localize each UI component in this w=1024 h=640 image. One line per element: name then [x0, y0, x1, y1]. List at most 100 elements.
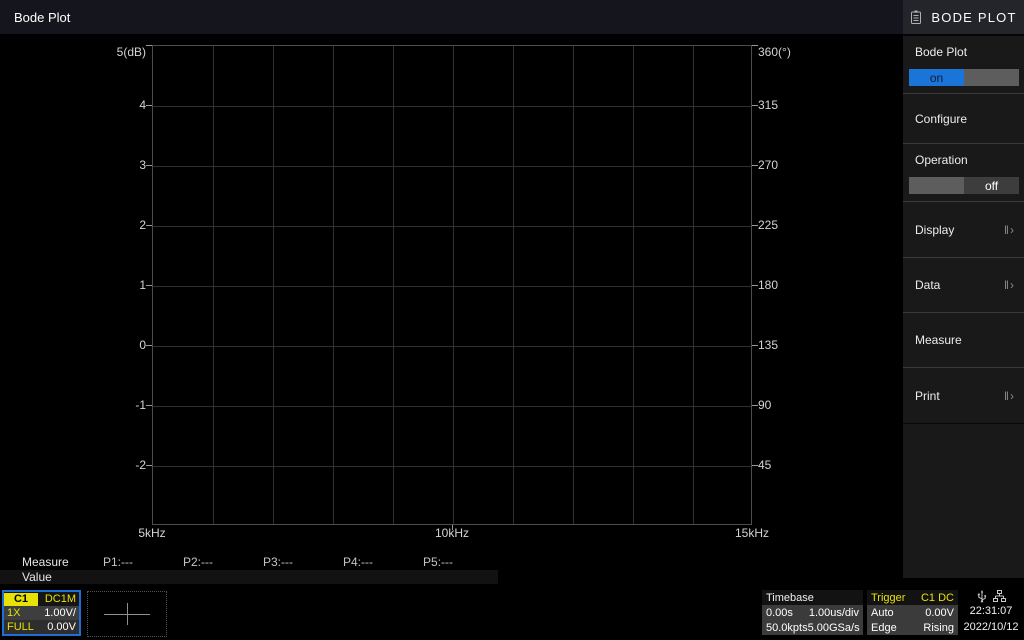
grid-hline [153, 226, 751, 227]
y-left-tick [146, 225, 152, 226]
channel-attenuation: 1X [4, 607, 20, 619]
y-left-label: 1 [0, 278, 146, 292]
grid-hline [153, 166, 751, 167]
y-right-tick [752, 165, 758, 166]
y-left-tick [146, 165, 152, 166]
bode-plot-toggle[interactable]: on [909, 69, 1019, 86]
sidebar-item-operation[interactable]: Operation off [903, 144, 1024, 202]
y-right-label: 360(°) [758, 45, 791, 59]
sidebar-item-display[interactable]: Display ‖› [903, 202, 1024, 258]
trigger-sweep: Auto [871, 607, 894, 619]
sidebar-item-label: Bode Plot [903, 36, 1024, 59]
trigger-descriptor[interactable]: Trigger C1 DC Auto 0.00V Edge Rising [867, 590, 958, 635]
value-row-title: Value [22, 570, 52, 584]
plot-region: Measure P1:--- P2:--- P3:--- P4:--- P5:--- V… [0, 34, 903, 588]
sidebar: BODE PLOT Bode Plot on ConfigureOperation o… [903, 0, 1024, 578]
sidebar-item-data[interactable]: Data ‖› [903, 258, 1024, 313]
timebase-title: Timebase [766, 592, 814, 604]
grid-hline [153, 106, 751, 107]
submenu-arrow-icon: ‖› [1004, 223, 1015, 237]
y-left-label: 5(dB) [0, 45, 146, 59]
sidebar-item-configure[interactable]: Configure [903, 94, 1024, 144]
toggle-on-segment: on [909, 69, 964, 86]
toggle-neutral-segment [964, 69, 1019, 86]
x-axis-label: 5kHz [112, 525, 192, 539]
grid-hline [153, 466, 751, 467]
y-right-label: 315 [758, 98, 778, 112]
plus-icon [127, 603, 128, 625]
channel-badge: C1 [4, 593, 38, 606]
measure-slot-p3[interactable]: P3:--- [263, 555, 293, 569]
sidebar-item-label: Operation [903, 144, 1024, 167]
submenu-arrow-icon: ‖› [1004, 278, 1015, 292]
grid-vline [393, 46, 394, 524]
timebase-descriptor[interactable]: Timebase 0.00s 1.00us/div 50.0kpts 5.00G… [762, 590, 863, 635]
timebase-samplerate: 5.00GSa/s [808, 622, 860, 634]
x-center-tick [452, 525, 453, 530]
grid-vline [213, 46, 214, 524]
y-left-tick [146, 405, 152, 406]
measure-slot-p5[interactable]: P5:--- [423, 555, 453, 569]
y-right-tick [752, 225, 758, 226]
y-right-label: 225 [758, 218, 778, 232]
submenu-arrow-icon: ‖› [1004, 389, 1015, 403]
status-bar: C1 DC1M 1X 1.00V/ FULL 0.00V Timebase 0.… [0, 588, 1024, 640]
y-left-label: 4 [0, 98, 146, 112]
y-left-label: -2 [0, 458, 146, 472]
channel-row-2: 1X 1.00V/ [4, 606, 79, 620]
y-left-label: 3 [0, 158, 146, 172]
grid-vline [633, 46, 634, 524]
timebase-memdepth: 50.0kpts [766, 622, 808, 634]
y-right-tick [752, 285, 758, 286]
grid-vline [693, 46, 694, 524]
channel-scale: 1.00V/ [44, 607, 79, 619]
y-left-tick [146, 105, 152, 106]
sidebar-item-label: Data [903, 278, 940, 292]
channel-coupling: DC1M [45, 593, 79, 605]
measure-slot-p1[interactable]: P1:--- [103, 555, 133, 569]
clock-time: 22:31:07 [960, 603, 1022, 619]
grid-hline [153, 346, 751, 347]
clock-block: 22:31:07 2022/10/12 [960, 589, 1022, 638]
grid-vline [273, 46, 274, 524]
channel-row-3: FULL 0.00V [4, 620, 79, 634]
sidebar-item-bode-plot[interactable]: Bode Plot on [903, 36, 1024, 94]
trigger-row-2: Edge Rising [867, 620, 958, 635]
channel-c1-descriptor[interactable]: C1 DC1M 1X 1.00V/ FULL 0.00V [2, 590, 81, 636]
y-right-label: 270 [758, 158, 778, 172]
grid-vline [513, 46, 514, 524]
y-left-tick [146, 45, 152, 46]
y-right-label: 180 [758, 278, 778, 292]
grid-hline [153, 286, 751, 287]
measure-row-title: Measure [22, 555, 69, 569]
sidebar-item-measure[interactable]: Measure [903, 313, 1024, 368]
timebase-scale: 1.00us/div [809, 607, 859, 619]
y-right-tick [752, 105, 758, 106]
page-title: Bode Plot [14, 10, 70, 25]
timebase-row-2: 50.0kpts 5.00GSa/s [762, 620, 863, 635]
sidebar-item-label: Print [903, 389, 940, 403]
timebase-row-1: 0.00s 1.00us/div [762, 605, 863, 620]
sidebar-header[interactable]: BODE PLOT [903, 0, 1024, 36]
trigger-source: C1 DC [921, 592, 954, 604]
sidebar-item-label: Measure [903, 333, 962, 347]
y-right-tick [752, 45, 758, 46]
measure-slot-p2[interactable]: P2:--- [183, 555, 213, 569]
channel-bandwidth: FULL [4, 621, 34, 633]
title-bar: Bode Plot [0, 0, 903, 34]
trigger-type: Edge [871, 622, 897, 634]
y-right-tick [752, 405, 758, 406]
y-right-label: 90 [758, 398, 771, 412]
lan-icon [993, 590, 1006, 602]
sidebar-item-print[interactable]: Print ‖› [903, 368, 1024, 424]
y-right-tick [752, 345, 758, 346]
add-channel-slot[interactable] [87, 591, 167, 637]
grid-hline [153, 406, 751, 407]
measure-slot-p4[interactable]: P4:--- [343, 555, 373, 569]
operation-toggle[interactable]: off [909, 177, 1019, 194]
y-left-label: 2 [0, 218, 146, 232]
sidebar-item-label: Display [903, 223, 954, 237]
y-left-label: 0 [0, 338, 146, 352]
y-left-tick [146, 345, 152, 346]
trigger-level: 0.00V [925, 607, 954, 619]
